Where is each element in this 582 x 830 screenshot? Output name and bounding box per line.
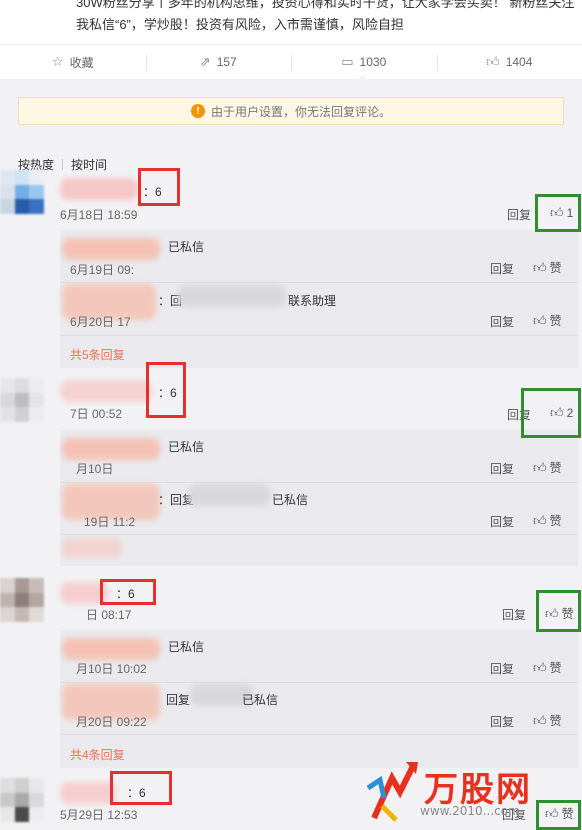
thumb-up-icon: 👍︎ xyxy=(533,712,547,728)
sub-like-button[interactable]: 👍︎ 赞 xyxy=(533,312,562,329)
sub-divider xyxy=(60,282,578,283)
action-bar: ☆ 收藏 ⇗ 157 ▭ 1030 👍︎ 1404 xyxy=(0,44,582,80)
comment-count: 1030 xyxy=(359,55,387,69)
sub-like-label: 赞 xyxy=(549,714,562,728)
sub-reply-text-2: 已私信 xyxy=(242,693,279,707)
comment-time: 5月29日 12:53 xyxy=(60,808,138,822)
thumb-up-icon: 👍︎ xyxy=(533,512,547,528)
favorite-label: 收藏 xyxy=(69,55,94,70)
sub-reply-time: 19日 11:2 xyxy=(84,515,136,529)
username-blur xyxy=(62,238,160,260)
more-replies-link[interactable]: 共5条回复 xyxy=(70,346,125,363)
sub-like-label: 赞 xyxy=(549,461,562,475)
sub-like-button[interactable]: 👍︎ 赞 xyxy=(533,712,562,729)
username-blur[interactable] xyxy=(60,782,116,804)
star-icon: ☆ xyxy=(51,54,64,69)
comment-icon: ▭ xyxy=(341,54,354,69)
username-blur xyxy=(62,438,160,460)
thumb-up-icon: 👍︎ xyxy=(533,459,547,475)
sub-divider xyxy=(60,682,578,683)
comment-time: 7日 00:52 xyxy=(70,407,123,421)
mention-blur xyxy=(188,484,270,506)
sub-reply-text: 已私信 xyxy=(168,440,205,454)
sort-divider xyxy=(62,159,64,170)
reply-button[interactable]: 回复 xyxy=(490,713,514,730)
like-button[interactable]: 👍︎ 1404 xyxy=(436,45,582,79)
sub-like-button[interactable]: 👍︎ 赞 xyxy=(533,659,562,676)
sub-divider xyxy=(60,734,578,735)
username-blur[interactable] xyxy=(60,380,152,402)
thumb-up-icon: 👍︎ xyxy=(533,312,547,328)
sub-like-label: 赞 xyxy=(549,261,562,275)
highlight-box-green xyxy=(536,590,581,632)
comment-time: 6月18日 18:59 xyxy=(60,208,138,222)
sub-reply-time: 月10日 10:02 xyxy=(76,662,147,676)
sub-like-label: 赞 xyxy=(549,661,562,675)
reply-button[interactable]: 回复 xyxy=(490,513,514,530)
avatar[interactable] xyxy=(0,578,44,622)
watermark: 万股网 www.2010...com xyxy=(362,758,582,830)
highlight-box-red xyxy=(146,362,186,418)
sub-reply-time: 月20日 09:22 xyxy=(76,715,147,729)
thumb-up-icon: 👍︎ xyxy=(533,659,547,675)
sub-reply-text-2: 已私信 xyxy=(272,493,309,507)
comment-time: 日 08:17 xyxy=(86,608,132,622)
sub-like-label: 赞 xyxy=(549,314,562,328)
thumb-up-icon: 👍︎ xyxy=(533,259,547,275)
sub-divider xyxy=(60,335,578,336)
sub-reply-time: 月10日 xyxy=(76,462,114,476)
highlight-box-green xyxy=(535,194,581,232)
avatar[interactable] xyxy=(0,778,44,822)
comment-button[interactable]: ▭ 1030 xyxy=(291,45,437,80)
sub-reply-text-2: 联系助理 xyxy=(288,294,337,308)
warning-icon: ! xyxy=(190,104,205,118)
sub-divider xyxy=(60,482,578,483)
reply-restriction-notice: ! 由于用户设置，你无法回复评论。 xyxy=(18,97,564,125)
avatar[interactable] xyxy=(0,170,44,214)
reply-button[interactable]: 回复 xyxy=(490,460,514,477)
watermark-logo-icon xyxy=(366,762,418,822)
sub-like-button[interactable]: 👍︎ 赞 xyxy=(533,459,562,476)
username-blur xyxy=(62,638,160,660)
sort-by-time-tab[interactable]: 按时间 xyxy=(71,156,107,173)
forward-button[interactable]: ⇗ 157 xyxy=(145,45,292,79)
sub-divider xyxy=(60,534,578,535)
sub-reply-text: 回复 xyxy=(166,693,191,707)
sub-like-label: 赞 xyxy=(549,514,562,528)
favorite-button[interactable]: ☆ 收藏 xyxy=(0,45,146,79)
reply-button[interactable]: 回复 xyxy=(502,606,526,623)
reply-button[interactable]: 回复 xyxy=(490,313,514,330)
username-blur xyxy=(62,538,122,558)
forward-count: 157 xyxy=(216,55,237,69)
highlight-box-red xyxy=(110,771,172,805)
username-blur[interactable] xyxy=(60,178,138,200)
avatar[interactable] xyxy=(0,378,44,422)
highlight-box-green xyxy=(521,388,581,438)
sub-reply-time: 6月20日 17 xyxy=(70,315,131,329)
sub-reply-text: 已私信 xyxy=(168,240,205,254)
share-icon: ⇗ xyxy=(199,54,211,69)
reply-button[interactable]: 回复 xyxy=(490,260,514,277)
more-replies-link[interactable]: 共4条回复 xyxy=(70,746,125,763)
sub-reply-time: 6月19日 09: xyxy=(70,263,135,277)
sub-reply-text: 已私信 xyxy=(168,640,205,654)
like-count: 1404 xyxy=(505,55,533,69)
thumb-up-icon: 👍︎ xyxy=(486,54,500,69)
mention-blur xyxy=(178,285,286,307)
sub-like-button[interactable]: 👍︎ 赞 xyxy=(533,259,562,276)
highlight-box-red xyxy=(100,579,156,605)
watermark-url: www.2010...com xyxy=(420,804,520,818)
reply-button[interactable]: 回复 xyxy=(507,206,531,223)
reply-button[interactable]: 回复 xyxy=(490,660,514,677)
post-text: 30W粉丝分享丨多年的机构思维，投资心得和实时干货，让大家学会买卖！ 新粉丝关注… xyxy=(76,0,575,32)
highlight-box-red xyxy=(138,168,180,206)
notice-text: 由于用户设置，你无法回复评论。 xyxy=(210,104,391,119)
sub-like-button[interactable]: 👍︎ 赞 xyxy=(533,512,562,529)
